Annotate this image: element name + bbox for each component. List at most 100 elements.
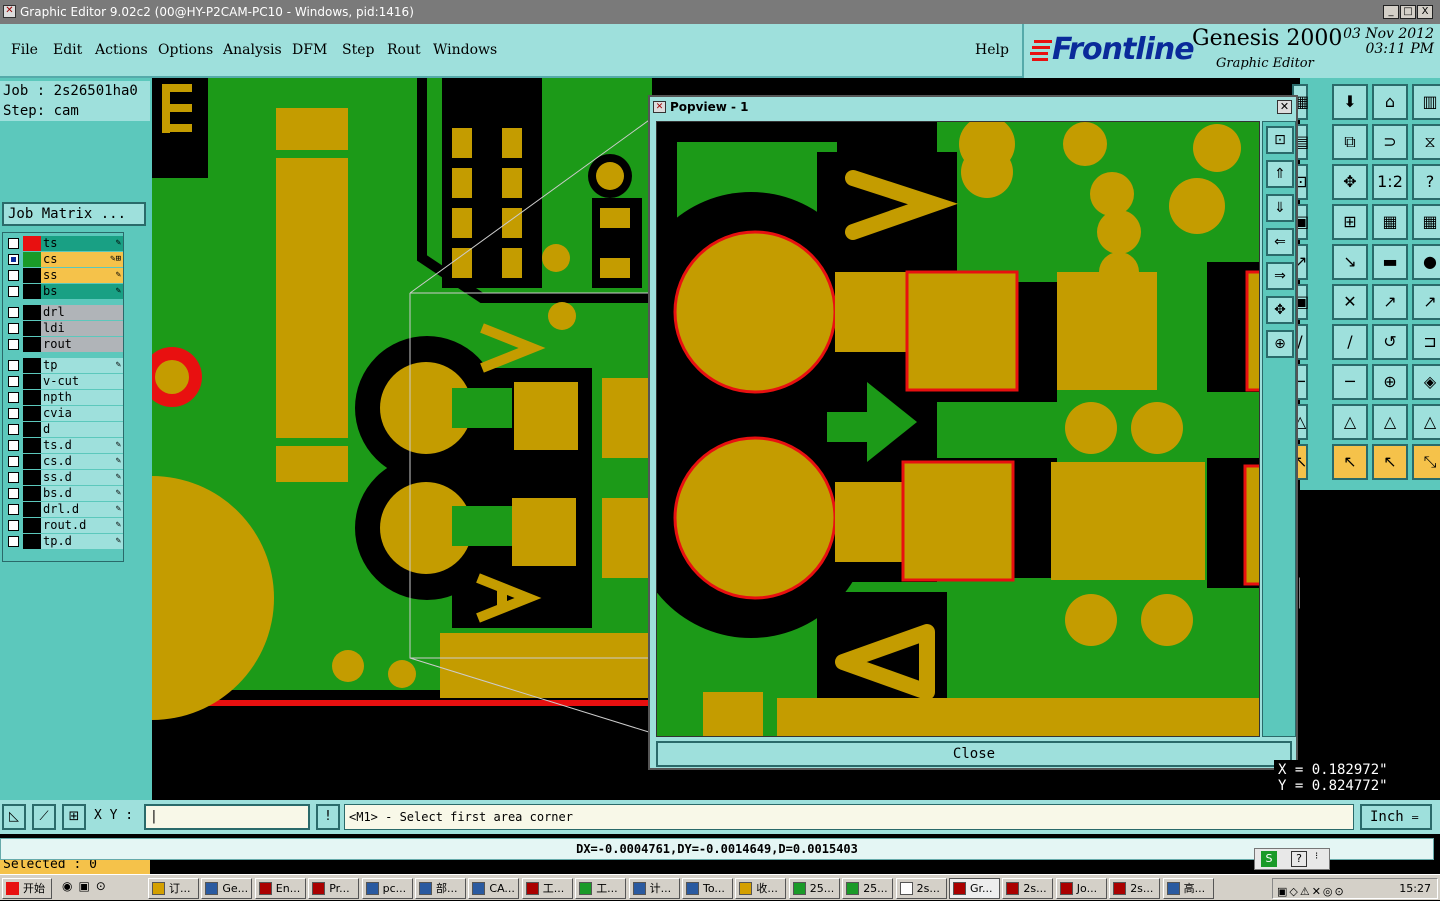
start-button[interactable]: 开始 — [2, 878, 52, 899]
layer-name[interactable]: ts.d — [41, 438, 123, 453]
layer-name[interactable]: bs — [41, 284, 123, 299]
zoom-down-icon[interactable]: ⇓ — [1266, 194, 1294, 222]
popview-close-button[interactable]: Close — [656, 741, 1292, 767]
layer-row-ts-d[interactable]: ts.d ✎ — [5, 438, 123, 453]
target-icon[interactable]: ⊕ — [1372, 364, 1408, 400]
menu-actions[interactable]: Actions — [95, 42, 148, 58]
menu-analysis[interactable]: Analysis — [223, 42, 282, 58]
layer-color-swatch[interactable] — [23, 470, 41, 485]
layer-color-swatch[interactable] — [23, 358, 41, 373]
triangle-icon[interactable]: △ — [1332, 404, 1368, 440]
snap-icon[interactable]: ◺ — [2, 804, 26, 830]
popview-close-icon[interactable]: ✕ — [1277, 100, 1292, 114]
measure-icon[interactable]: ⟋ — [32, 804, 56, 830]
layer-name[interactable]: d — [41, 422, 123, 437]
transform-icon[interactable]: ⧖ — [1412, 124, 1440, 160]
copy-icon[interactable]: ⧉ — [1332, 124, 1368, 160]
layer-checkbox[interactable] — [8, 307, 19, 318]
select-icon[interactable]: ↖ — [1332, 444, 1368, 480]
layer-row-cvia[interactable]: cvia — [5, 406, 123, 421]
job-matrix-button[interactable]: Job Matrix ... — [2, 202, 146, 226]
unit-selector[interactable]: Inch ═ — [1360, 804, 1432, 830]
menu-help[interactable]: Help — [975, 42, 1009, 58]
taskbar-item[interactable]: pc... — [361, 878, 413, 899]
xy-input[interactable]: | — [144, 804, 310, 830]
layer-checkbox[interactable] — [8, 424, 19, 435]
help-icon[interactable]: ? — [1291, 851, 1307, 867]
layer-checkbox[interactable] — [8, 392, 19, 403]
zoom-up-icon[interactable]: ⇑ — [1266, 160, 1294, 188]
layer-name[interactable]: cvia — [41, 406, 123, 421]
pan-right-icon[interactable]: ⇒ — [1266, 262, 1294, 290]
tray-icons[interactable]: ▣◇⚠✕◎⊙ — [1277, 882, 1346, 901]
layer-color-swatch[interactable] — [23, 305, 41, 320]
layer-row-tp-d[interactable]: tp.d ✎ — [5, 534, 123, 549]
taskbar-item[interactable]: 高... — [1162, 878, 1214, 899]
layer-row-rout-d[interactable]: rout.d ✎ — [5, 518, 123, 533]
cross-icon[interactable]: ✕ — [1332, 284, 1368, 320]
triangle-red-icon[interactable]: △ — [1372, 404, 1408, 440]
draw-icon[interactable]: ↘ — [1332, 244, 1368, 280]
menu-options[interactable]: Options — [158, 42, 213, 58]
shapes-icon[interactable]: ◈ — [1412, 364, 1440, 400]
layer-checkbox[interactable] — [8, 323, 19, 334]
layer-checkbox[interactable] — [8, 456, 19, 467]
layer-color-swatch[interactable] — [23, 390, 41, 405]
layer-name[interactable]: drl.d — [41, 502, 123, 517]
taskbar-item[interactable]: Pr... — [308, 878, 360, 899]
layer-row-ss[interactable]: ss ✎ — [5, 268, 123, 283]
line-icon[interactable]: / — [1332, 324, 1368, 360]
taskbar-item[interactable]: 25... — [788, 878, 840, 899]
layer-row-npth[interactable]: npth — [5, 390, 123, 405]
menu-edit[interactable]: Edit — [53, 42, 82, 58]
layer-row-cs[interactable]: cs ✎⊞ — [5, 252, 123, 267]
line-red-icon[interactable]: ─ — [1332, 364, 1368, 400]
grid-snap-icon[interactable]: ⊞ — [1332, 204, 1368, 240]
layer-color-swatch[interactable] — [23, 438, 41, 453]
layer-checkbox[interactable] — [8, 520, 19, 531]
taskbar-item[interactable]: Gr... — [949, 878, 1000, 899]
center-icon[interactable]: ⊕ — [1266, 330, 1294, 358]
layer-checkbox[interactable] — [8, 286, 19, 297]
layer-color-swatch[interactable] — [23, 236, 41, 251]
layer-name[interactable]: ss — [41, 268, 123, 283]
taskbar-item[interactable]: Jo... — [1055, 878, 1107, 899]
layer-name[interactable]: bs.d — [41, 486, 123, 501]
layer-color-swatch[interactable] — [23, 374, 41, 389]
scale-icon[interactable]: 1:2 — [1372, 164, 1408, 200]
maximize-button[interactable]: □ — [1400, 5, 1416, 19]
point-icon[interactable]: ↗ — [1372, 284, 1408, 320]
taskbar-item[interactable]: 2s... — [1002, 878, 1054, 899]
layer-row-d[interactable]: d — [5, 422, 123, 437]
taskbar-item[interactable]: 2s... — [895, 878, 947, 899]
grid-icon[interactable]: ⊞ — [62, 804, 86, 830]
help-icon[interactable]: ? — [1412, 164, 1440, 200]
mirror-icon[interactable]: ⊃ — [1372, 124, 1408, 160]
taskbar-item[interactable]: 部... — [415, 878, 466, 899]
layer-row-tp[interactable]: tp ✎ — [5, 358, 123, 373]
layer-color-swatch[interactable] — [23, 268, 41, 283]
circle-icon[interactable]: ● — [1412, 244, 1440, 280]
layer-name[interactable]: v-cut — [41, 374, 123, 389]
menu-file[interactable]: File — [11, 42, 38, 58]
layer-name[interactable]: drl — [41, 305, 123, 320]
home-icon[interactable]: ⌂ — [1372, 84, 1408, 120]
layer-checkbox[interactable] — [8, 339, 19, 350]
select-net-icon[interactable]: ⤡ — [1412, 444, 1440, 480]
layer-checkbox[interactable] — [8, 408, 19, 419]
arc-tri-icon[interactable]: △ — [1412, 404, 1440, 440]
taskbar-item[interactable]: 25... — [842, 878, 894, 899]
point2-icon[interactable]: ↗ — [1412, 284, 1440, 320]
alert-icon[interactable]: ! — [316, 804, 340, 830]
taskbar-item[interactable]: 2s... — [1109, 878, 1161, 899]
language-bar[interactable]: S ? ⁝ — [1254, 848, 1330, 870]
ruler-icon[interactable]: ▬ — [1372, 244, 1408, 280]
layer-name[interactable]: ts — [41, 236, 123, 251]
layer-checkbox[interactable] — [8, 360, 19, 371]
minimize-button[interactable]: _ — [1383, 5, 1399, 19]
move-icon[interactable]: ✥ — [1332, 164, 1368, 200]
options-icon[interactable]: ⁝ — [1315, 851, 1318, 862]
menu-step[interactable]: Step — [342, 42, 374, 58]
layer-name[interactable]: cs.d — [41, 454, 123, 469]
taskbar-item[interactable]: 收... — [735, 878, 787, 899]
